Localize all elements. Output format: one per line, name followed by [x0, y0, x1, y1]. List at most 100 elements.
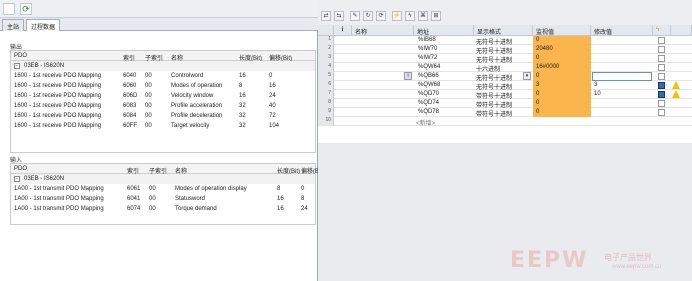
watch-toolbar: ⇄ ⇆ ✎ ↻ ⟳ ⚡ ϟ ⌘ ⊞	[318, 10, 692, 24]
add-row-icon[interactable]: ⇆	[334, 11, 344, 21]
length-cell: 32	[239, 123, 246, 129]
modify-checkbox[interactable]	[658, 73, 665, 80]
col-format: 显示格式	[474, 25, 533, 36]
index-cell: 606D	[123, 93, 138, 99]
monitor-cell-bg	[533, 54, 591, 63]
table-row[interactable]: 1600 - 1st receive PDO Mapping 6084 00 Prof…	[11, 111, 315, 121]
monitor-value: 0	[536, 109, 540, 115]
left-tabs: 主站 过程数据	[0, 18, 318, 31]
modify-checkbox[interactable]	[658, 64, 665, 71]
modify-checkbox[interactable]	[658, 100, 665, 107]
watch-row[interactable]: 1 %IB68 无符号十进制 0	[318, 36, 692, 46]
length-cell: 16	[277, 206, 284, 212]
length-cell: 16	[277, 196, 284, 202]
modify-now-icon[interactable]: ⚡	[392, 11, 402, 21]
monitor-once-icon[interactable]: ↻	[363, 11, 373, 21]
format-dropdown-icon[interactable]: ▾	[523, 72, 531, 80]
name-cell: Profile acceleration	[171, 103, 223, 109]
address-cell[interactable]: %QD70	[418, 91, 439, 97]
address-cell[interactable]: %QD74	[418, 100, 439, 106]
row-number: 8	[318, 99, 334, 108]
monitor-value: 20480	[536, 46, 553, 52]
watch-row[interactable]: 5 %QB66 无符号十进制 0 i ▾	[318, 72, 692, 82]
length-cell: 8	[277, 186, 281, 192]
force-icon[interactable]: ⌘	[418, 11, 428, 21]
output-group-row[interactable]: − 03EB - IS620N	[11, 61, 315, 71]
monitor-value: 0	[536, 91, 540, 97]
offset-cell: 24	[269, 93, 276, 99]
name-cell: Profile deceleration	[171, 113, 223, 119]
lightning-icon: ϟ	[653, 25, 671, 36]
collapse-icon[interactable]: −	[14, 63, 20, 69]
table-row[interactable]: 1600 - 1st receive PDO Mapping 6060 00 Mode…	[11, 81, 315, 91]
group-label: 03EB - IS620N	[24, 176, 65, 182]
watermark-cn: 电子产品世界	[604, 253, 652, 262]
tab-process-data[interactable]: 过程数据	[26, 19, 61, 31]
offset-cell: 72	[269, 113, 276, 119]
watch-row[interactable]: 8 %QD74 带符号十进制 0	[318, 99, 692, 109]
table-row[interactable]: 1A00 - 1st transmit PDO Mapping 6074 00 Tor…	[11, 204, 315, 214]
monitor-value: 0	[536, 37, 540, 43]
tab-master[interactable]: 主站	[2, 19, 25, 31]
watch-row[interactable]: 10 <新增>	[318, 117, 692, 127]
modify-checkbox[interactable]	[658, 55, 665, 62]
modify-value[interactable]: 3	[594, 82, 597, 88]
row-info-icon[interactable]: i	[404, 72, 412, 80]
subindex-cell: 00	[149, 206, 156, 212]
address-cell[interactable]: %QW64	[418, 64, 440, 70]
table-row[interactable]: 1600 - 1st receive PDO Mapping 606D 00 Velo…	[11, 91, 315, 101]
row-number: 10	[318, 117, 334, 126]
address-cell[interactable]: %QD78	[418, 109, 439, 115]
grid-view-icon[interactable]	[3, 3, 15, 15]
modify-value-editor[interactable]	[592, 72, 652, 81]
modify-checkbox[interactable]	[658, 82, 665, 89]
subindex-cell: 00	[145, 113, 152, 119]
output-pdo-table: PDO 索引 子索引 名称 长度(Bit) 偏移(Bit) − 03EB - I…	[10, 50, 316, 153]
input-group-row[interactable]: − 03EB - IS620N	[11, 174, 315, 184]
index-cell: 6074	[127, 206, 141, 212]
name-cell: Target velocity	[171, 123, 210, 129]
pdo-cell: 1600 - 1st receive PDO Mapping	[14, 93, 102, 99]
modify-checkbox[interactable]	[658, 46, 665, 53]
group-label: 03EB - IS620N	[24, 63, 65, 69]
modify-checkbox[interactable]	[658, 91, 665, 98]
table-row[interactable]: 1A00 - 1st transmit PDO Mapping 6041 00 Sta…	[11, 194, 315, 204]
index-cell: 6084	[123, 113, 137, 119]
address-cell[interactable]: %QW68	[418, 82, 440, 88]
collapse-icon[interactable]: −	[14, 176, 20, 182]
table-row[interactable]: 1600 - 1st receive PDO Mapping 6083 00 Prof…	[11, 101, 315, 111]
refresh-icon[interactable]: ⟳	[20, 3, 32, 15]
modify-checkbox[interactable]	[658, 109, 665, 116]
insert-row-icon[interactable]: ⇄	[321, 11, 331, 21]
watch-row[interactable]: 4 %QW64 十六进制 16#0000	[318, 63, 692, 73]
monitor-value: 0	[536, 73, 540, 79]
row-number: 5	[318, 72, 334, 81]
modify-value[interactable]: 10	[594, 91, 601, 97]
watch-row[interactable]: 6 %QW68 无符号十进制 3 3	[318, 81, 692, 91]
monitor-all-icon[interactable]: ⟳	[376, 11, 386, 21]
address-cell[interactable]: %IB68	[418, 37, 436, 43]
watch-row[interactable]: 3 %IW72 无符号十进制 0	[318, 54, 692, 64]
length-cell: 32	[239, 113, 246, 119]
edit-icon[interactable]: ✎	[350, 11, 360, 21]
watch-row[interactable]: 9 %QD78 带符号十进制 0	[318, 108, 692, 118]
col-pdo: PDO	[14, 166, 28, 172]
modify-trigger-icon[interactable]: ϟ	[405, 11, 415, 21]
modify-checkbox[interactable]	[658, 37, 665, 44]
watch-row[interactable]: 2 %IW70 无符号十进制 20480	[318, 45, 692, 55]
watch-row[interactable]: 7 %QD70 带符号十进制 0 10	[318, 90, 692, 100]
table-row[interactable]: 1A00 - 1st transmit PDO Mapping 6061 00 Mod…	[11, 184, 315, 194]
row-number: 6	[318, 81, 334, 90]
col-monitor-value: 监视值	[533, 25, 591, 36]
address-cell[interactable]: %QB66	[418, 73, 439, 79]
pdo-cell: 1A00 - 1st transmit PDO Mapping	[14, 186, 104, 192]
row-number: 4	[318, 63, 334, 72]
address-cell[interactable]: %IW70	[418, 46, 437, 52]
unforce-icon[interactable]: ⊞	[431, 11, 441, 21]
subindex-cell: 00	[145, 83, 152, 89]
address-cell[interactable]: <新增>	[416, 118, 435, 127]
address-cell[interactable]: %IW72	[418, 55, 437, 61]
table-row[interactable]: 1600 - 1st receive PDO Mapping 60FF 00 Targ…	[11, 121, 315, 131]
monitor-cell-bg	[533, 72, 591, 81]
table-row[interactable]: 1600 - 1st receive PDO Mapping 6040 00 Cont…	[11, 71, 315, 81]
